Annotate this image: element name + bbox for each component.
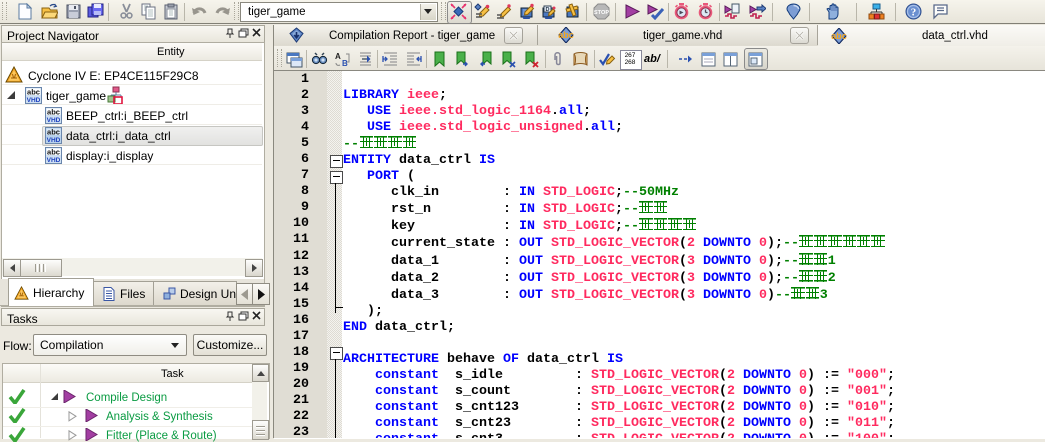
- svg-text:VHD: VHD: [47, 117, 61, 124]
- svg-text:abc: abc: [27, 88, 40, 97]
- svg-text:VHD: VHD: [47, 157, 61, 164]
- svg-text:A: A: [335, 52, 341, 61]
- svg-text:abc: abc: [47, 128, 60, 137]
- svg-text:?: ?: [911, 7, 917, 19]
- svg-text:B: B: [342, 59, 348, 68]
- svg-text:VHD: VHD: [47, 137, 61, 144]
- svg-text:VHD: VHD: [27, 97, 41, 104]
- svg-text:abc: abc: [47, 148, 60, 157]
- svg-text:STOP: STOP: [594, 10, 609, 16]
- svg-text:abc: abc: [831, 31, 847, 41]
- svg-text:abc: abc: [47, 108, 60, 117]
- svg-text:abc: abc: [558, 30, 574, 40]
- svg-text:D: D: [546, 7, 550, 13]
